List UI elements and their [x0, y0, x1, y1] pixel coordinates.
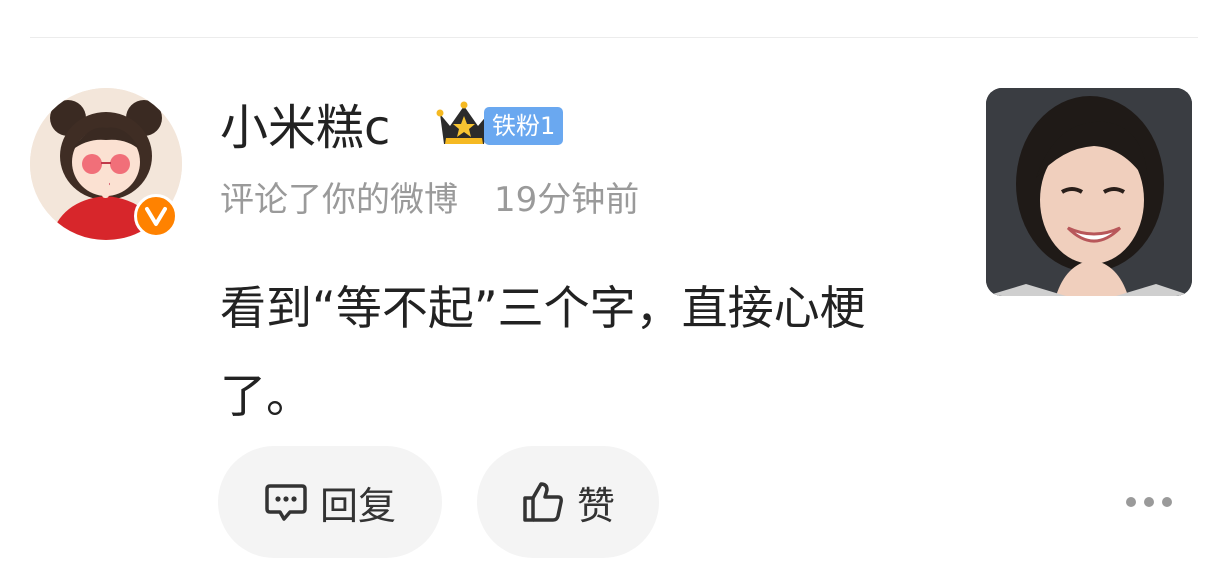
verified-v-icon — [145, 207, 167, 226]
comment-bubble-icon — [265, 484, 307, 521]
comment-meta: 评论了你的微博 19分钟前 — [220, 176, 639, 224]
thumbnail-photo — [986, 88, 1192, 296]
thumbs-up-icon — [523, 482, 563, 522]
more-dots-icon[interactable] — [1126, 490, 1172, 514]
like-label: 赞 — [576, 483, 615, 528]
like-button[interactable]: 赞 — [477, 446, 659, 558]
top-divider — [30, 37, 1198, 38]
dot — [1162, 497, 1172, 507]
dot — [1126, 497, 1136, 507]
reply-label: 回复 — [319, 483, 396, 528]
fan-level-badge: 铁粉1 — [484, 107, 564, 145]
comment-action-text: 评论了你的微博 — [220, 180, 458, 220]
comment-time: 19分钟前 — [494, 180, 640, 220]
dot — [1144, 497, 1154, 507]
weibo-thumbnail[interactable] — [986, 88, 1192, 296]
reply-button[interactable]: 回复 — [218, 446, 442, 558]
comment-text: 看到“等不起”三个字，直接心梗了。 — [220, 281, 866, 423]
verified-badge — [134, 194, 178, 238]
username[interactable]: 小米糕c — [220, 96, 390, 160]
